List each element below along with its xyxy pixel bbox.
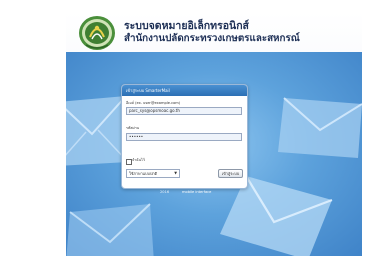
site-subtitle: สำนักงานปลัดกระทรวงเกษตรและสหกรณ์ bbox=[124, 33, 300, 44]
email-input[interactable]: parc_sys@opsmoac.go.th bbox=[126, 107, 242, 115]
envelope-icon bbox=[278, 97, 362, 158]
login-panel: เข้าสู่ระบบ SmarterMail อีเมล์ (ex. user… bbox=[121, 84, 248, 189]
browser-viewport: ระบบจดหมายอิเล็กทรอนิกส์ สำนักงานปลัดกระ… bbox=[66, 12, 362, 256]
login-panel-title: เข้าสู่ระบบ SmarterMail bbox=[122, 85, 247, 96]
envelope-icon bbox=[66, 203, 154, 256]
interface-select[interactable]: ใช้ภาษาแบบปกติ ▼ bbox=[126, 169, 180, 178]
remember-me-label: จำฉันไว้ bbox=[132, 158, 145, 162]
site-title: ระบบจดหมายอิเล็กทรอนิกส์ bbox=[124, 20, 249, 32]
login-button[interactable]: เข้าสู่ระบบ bbox=[218, 169, 243, 178]
email-label: อีเมล์ (ex. user@example.com) bbox=[126, 101, 181, 105]
login-background: เข้าสู่ระบบ SmarterMail อีเมล์ (ex. user… bbox=[66, 52, 362, 256]
interface-select-value: ใช้ภาษาแบบปกติ bbox=[129, 171, 158, 176]
chevron-down-icon: ▼ bbox=[174, 171, 177, 175]
password-label: รหัสผ่าน bbox=[126, 126, 140, 130]
ministry-emblem-icon bbox=[79, 16, 115, 50]
mobile-interface-link[interactable]: mobile interface bbox=[182, 190, 211, 194]
password-input[interactable]: •••••• bbox=[126, 133, 242, 141]
monitor-frame: ระบบจดหมายอิเล็กทรอนิกส์ สำนักงานปลัดกระ… bbox=[0, 0, 386, 273]
footer-copyright: 2016 bbox=[160, 190, 170, 194]
site-header: ระบบจดหมายอิเล็กทรอนิกส์ สำนักงานปลัดกระ… bbox=[66, 12, 362, 52]
